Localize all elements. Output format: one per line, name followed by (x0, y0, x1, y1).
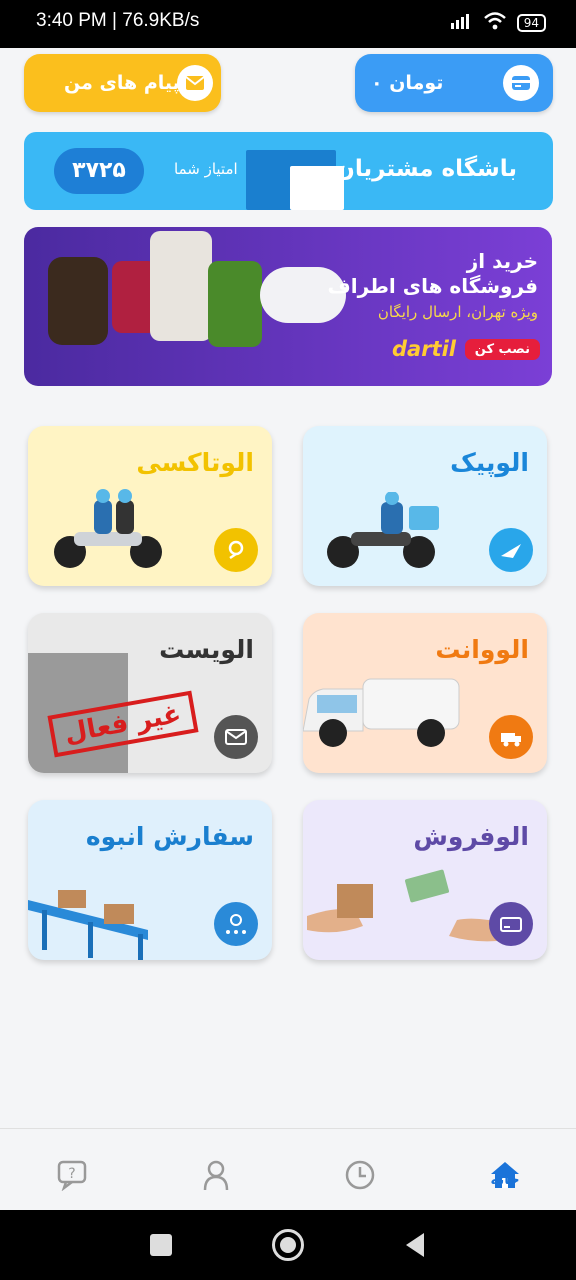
bottom-navigation: ? (0, 1128, 576, 1211)
signal-icon (450, 13, 473, 33)
promo-line-2: فروشگاه های اطراف (327, 274, 538, 298)
aloforoosh-badge-icon (489, 902, 533, 946)
nav-home-label[interactable]: خانه (478, 1172, 532, 1188)
promo-line-1: خرید از (466, 249, 538, 273)
wallet-card-icon (503, 65, 539, 101)
dartil-logo: dartil (392, 337, 456, 361)
club-title: باشگاه مشتریان (335, 156, 517, 182)
promo-banner[interactable]: خرید از فروشگاه های اطراف ویژه تهران، ار… (24, 227, 552, 386)
smartwatch-image (48, 257, 108, 345)
nav-history[interactable] (340, 1159, 380, 1191)
system-navigation-bar (0, 1210, 576, 1280)
pickup-van-image (303, 678, 460, 747)
alotaxi-badge-icon (214, 528, 258, 572)
promo-line-3: ویژه تهران، ارسال رایگان (377, 303, 538, 321)
install-button[interactable]: نصب کن (464, 339, 540, 360)
alopeyk-badge-icon (489, 528, 533, 572)
score-label: امتیاز شما (174, 160, 238, 178)
tea-box-image (208, 261, 262, 347)
my-messages-button[interactable]: پیام های من (24, 54, 221, 112)
my-messages-label: پیام های من (64, 72, 180, 94)
wallet-button[interactable]: ۰ تومان (355, 54, 553, 112)
service-title: الویست (159, 635, 254, 664)
service-card-alotaxi[interactable]: الوتاکسی (28, 426, 272, 586)
service-card-aloforoosh[interactable]: الوفروش (303, 800, 547, 960)
route-pin-badge-icon (214, 902, 258, 946)
service-title: الوفروش (413, 822, 529, 851)
service-card-alopost[interactable]: الویست غیر فعال (28, 613, 272, 773)
status-icons: 94 (450, 12, 546, 34)
wallet-balance: ۰ تومان (371, 72, 444, 94)
service-card-bulk-order[interactable]: سفارش انبوه (28, 800, 272, 960)
alovanet-badge-icon (489, 715, 533, 759)
taxi-motorcycle-image (54, 489, 162, 568)
battery-icon: 94 (516, 14, 546, 32)
back-button[interactable] (404, 1232, 426, 1262)
clock-icon (345, 1160, 375, 1190)
service-title: سفارش انبوه (85, 822, 254, 851)
service-card-alovanet[interactable]: الووانت (303, 613, 547, 773)
nav-support[interactable]: ? (52, 1159, 92, 1191)
courier-motorcycle-image (327, 492, 439, 568)
status-bar: 3:40 PM | 76.9KB/s 94 (0, 0, 576, 48)
envelope-icon (177, 65, 213, 101)
home-system-button[interactable] (272, 1229, 304, 1261)
service-title: الووانت (435, 635, 529, 664)
help-chat-icon: ? (57, 1160, 87, 1191)
app-screen: ۰ تومان پیام های من باشگاه مشتریان امتیا… (0, 48, 576, 1210)
service-title: الوپیک (450, 448, 529, 477)
home-system-dot (280, 1237, 296, 1253)
nav-profile[interactable] (196, 1159, 236, 1191)
status-time: 3:40 PM | 76.9KB/s (36, 10, 200, 31)
svg-text:?: ? (68, 1166, 75, 1182)
envelope-badge-icon (214, 715, 258, 759)
conveyor-belt-image (28, 890, 148, 960)
customer-club-banner[interactable]: باشگاه مشتریان امتیاز شما ۳۷۲۵ (24, 132, 553, 210)
package-exchange-image (307, 869, 507, 942)
service-title: الوتاکسی (136, 448, 254, 477)
pet-food-image (150, 231, 212, 341)
recents-button[interactable] (150, 1234, 172, 1256)
score-badge: ۳۷۲۵ (54, 148, 144, 194)
back-arrow-icon (406, 1233, 424, 1257)
service-card-alopeyk[interactable]: الوپیک (303, 426, 547, 586)
user-icon (203, 1160, 229, 1191)
wifi-icon (483, 12, 507, 34)
